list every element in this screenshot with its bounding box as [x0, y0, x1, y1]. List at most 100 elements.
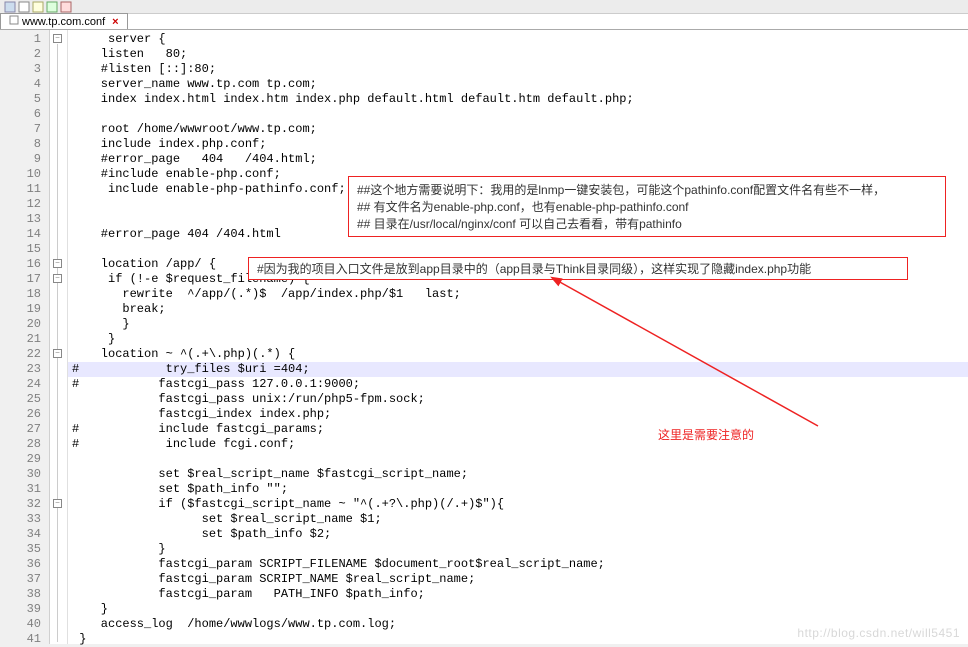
toolbar-icon[interactable]: [60, 1, 72, 13]
fold-toggle-icon[interactable]: −: [53, 34, 62, 43]
callout-line: ##这个地方需要说明下：我用的是lnmp一键安装包，可能这个pathinfo.c…: [357, 181, 937, 198]
line-number: 36: [0, 557, 49, 572]
fold-line: [57, 44, 58, 642]
code-line: fastcgi_pass unix:/run/php5-fpm.sock;: [68, 392, 968, 407]
line-number: 33: [0, 512, 49, 527]
code-line: # include fcgi.conf;: [68, 437, 968, 452]
code-line: set $path_info $2;: [68, 527, 968, 542]
code-line: # include fastcgi_params;: [68, 422, 968, 437]
tab-label: www.tp.com.conf: [22, 16, 105, 28]
line-number: 9: [0, 152, 49, 167]
line-number: 31: [0, 482, 49, 497]
code-line: }: [68, 602, 968, 617]
fold-toggle-icon[interactable]: −: [53, 259, 62, 268]
line-number: 23: [0, 362, 49, 377]
code-line: server {: [68, 32, 968, 47]
line-number: 37: [0, 572, 49, 587]
code-line: server_name www.tp.com tp.com;: [68, 77, 968, 92]
tab-bar: www.tp.com.conf ×: [0, 14, 968, 30]
line-number-gutter: 1234567891011121314151617181920212223242…: [0, 30, 50, 644]
line-number: 18: [0, 287, 49, 302]
line-number: 24: [0, 377, 49, 392]
code-line: include index.php.conf;: [68, 137, 968, 152]
code-line: root /home/wwwroot/www.tp.com;: [68, 122, 968, 137]
code-line: set $path_info "";: [68, 482, 968, 497]
annotation-callout-location: #因为我的项目入口文件是放到app目录中的（app目录与Think目录同级），这…: [248, 257, 908, 280]
annotation-note: 这里是需要注意的: [658, 426, 754, 443]
line-number: 21: [0, 332, 49, 347]
code-line: break;: [68, 302, 968, 317]
line-number: 30: [0, 467, 49, 482]
fold-toggle-icon[interactable]: −: [53, 349, 62, 358]
close-icon[interactable]: ×: [112, 16, 118, 28]
toolbar-icon[interactable]: [32, 1, 44, 13]
code-line: #error_page 404 /404.html;: [68, 152, 968, 167]
code-line: listen 80;: [68, 47, 968, 62]
line-number: 20: [0, 317, 49, 332]
code-line: # fastcgi_pass 127.0.0.1:9000;: [68, 377, 968, 392]
line-number: 4: [0, 77, 49, 92]
line-number: 34: [0, 527, 49, 542]
line-number: 41: [0, 632, 49, 647]
line-number: 17: [0, 272, 49, 287]
line-number: 7: [0, 122, 49, 137]
code-line: location ~ ^(.+\.php)(.*) {: [68, 347, 968, 362]
line-number: 19: [0, 302, 49, 317]
annotation-callout-pathinfo: ##这个地方需要说明下：我用的是lnmp一键安装包，可能这个pathinfo.c…: [348, 176, 946, 237]
code-line: #listen [::]:80;: [68, 62, 968, 77]
line-number: 29: [0, 452, 49, 467]
line-number: 39: [0, 602, 49, 617]
code-line: set $real_script_name $1;: [68, 512, 968, 527]
fold-toggle-icon[interactable]: −: [53, 274, 62, 283]
line-number: 3: [0, 62, 49, 77]
code-line-highlighted: # try_files $uri =404;: [68, 362, 968, 377]
callout-line: ## 目录在/usr/local/nginx/conf 可以自己去看看，带有pa…: [357, 215, 937, 232]
line-number: 35: [0, 542, 49, 557]
code-editor[interactable]: 1234567891011121314151617181920212223242…: [0, 30, 968, 644]
code-line: set $real_script_name $fastcgi_script_na…: [68, 467, 968, 482]
line-number: 25: [0, 392, 49, 407]
code-line: }: [68, 317, 968, 332]
code-line: }: [68, 542, 968, 557]
code-line: fastcgi_index index.php;: [68, 407, 968, 422]
code-line: fastcgi_param SCRIPT_FILENAME $document_…: [68, 557, 968, 572]
code-line: rewrite ^/app/(.*)$ /app/index.php/$1 la…: [68, 287, 968, 302]
line-number: 13: [0, 212, 49, 227]
line-number: 26: [0, 407, 49, 422]
line-number: 2: [0, 47, 49, 62]
toolbar-icon[interactable]: [18, 1, 30, 13]
line-number: 12: [0, 197, 49, 212]
toolbar-icon[interactable]: [4, 1, 16, 13]
callout-text: #因为我的项目入口文件是放到app目录中的（app目录与Think目录同级），这…: [257, 262, 811, 276]
code-line: index index.html index.htm index.php def…: [68, 92, 968, 107]
line-number: 5: [0, 92, 49, 107]
code-line: [68, 107, 968, 122]
line-number: 27: [0, 422, 49, 437]
code-line: fastcgi_param SCRIPT_NAME $real_script_n…: [68, 572, 968, 587]
toolbar-icon[interactable]: [46, 1, 58, 13]
file-icon: [9, 15, 19, 28]
line-number: 32: [0, 497, 49, 512]
line-number: 8: [0, 137, 49, 152]
watermark: http://blog.csdn.net/will5451: [797, 626, 960, 640]
line-number: 11: [0, 182, 49, 197]
line-number: 1: [0, 32, 49, 47]
code-area[interactable]: server { listen 80; #listen [::]:80; ser…: [68, 30, 968, 644]
line-number: 6: [0, 107, 49, 122]
line-number: 16: [0, 257, 49, 272]
line-number: 14: [0, 227, 49, 242]
code-line: fastcgi_param PATH_INFO $path_info;: [68, 587, 968, 602]
line-number: 38: [0, 587, 49, 602]
line-number: 40: [0, 617, 49, 632]
callout-line: ## 有文件名为enable-php.conf，也有enable-php-pat…: [357, 198, 937, 215]
line-number: 28: [0, 437, 49, 452]
toolbar: [0, 0, 968, 14]
code-line: }: [68, 332, 968, 347]
code-line: if ($fastcgi_script_name ~ "^(.+?\.php)(…: [68, 497, 968, 512]
fold-gutter: − − − − −: [50, 30, 68, 644]
fold-toggle-icon[interactable]: −: [53, 499, 62, 508]
line-number: 22: [0, 347, 49, 362]
tab-config-file[interactable]: www.tp.com.conf ×: [0, 13, 128, 29]
line-number: 15: [0, 242, 49, 257]
code-line: [68, 242, 968, 257]
